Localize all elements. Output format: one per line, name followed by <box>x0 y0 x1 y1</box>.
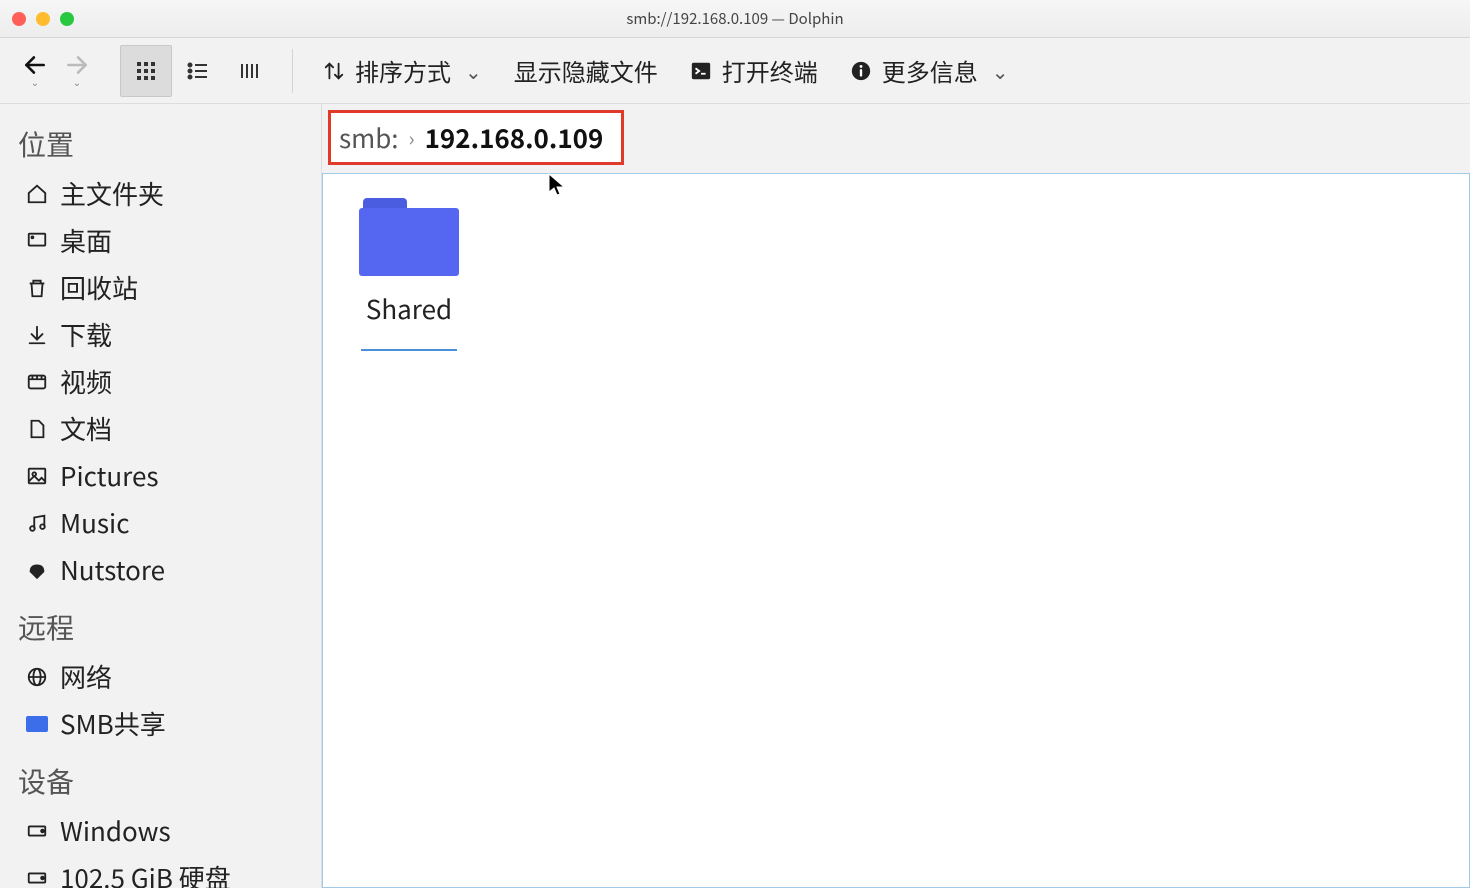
cursor-icon <box>547 172 567 198</box>
sort-label: 排序方式 <box>355 53 451 88</box>
sort-button[interactable]: 排序方式 ⌄ <box>309 48 496 94</box>
sidebar-item-label: SMB共享 <box>60 704 166 743</box>
chevron-down-icon: ⌄ <box>992 56 1009 85</box>
selection-underline <box>361 349 457 351</box>
home-icon <box>24 183 50 205</box>
open-terminal-button[interactable]: 打开终端 <box>676 48 832 94</box>
sidebar-item-windows[interactable]: Windows <box>0 807 321 854</box>
terminal-icon <box>690 60 712 82</box>
chevron-down-icon: ⌄ <box>31 74 39 89</box>
sidebar-item-desktop[interactable]: 桌面 <box>0 217 321 264</box>
columns-icon <box>238 59 262 83</box>
files-pane[interactable]: Shared <box>322 173 1470 888</box>
window-titlebar: smb://192.168.0.109 — Dolphin <box>0 0 1470 38</box>
window-controls <box>12 12 74 26</box>
chevron-right-icon: › <box>409 123 415 152</box>
details-view-button[interactable] <box>224 45 276 97</box>
image-icon <box>24 465 50 487</box>
icon-view-button[interactable] <box>120 45 172 97</box>
sidebar-item-documents[interactable]: 文档 <box>0 405 321 452</box>
sidebar-item-label: 主文件夹 <box>60 174 164 213</box>
drive-icon <box>24 867 50 888</box>
folder-item-shared[interactable]: Shared <box>349 198 469 351</box>
download-icon <box>24 324 50 346</box>
grid-icon <box>134 59 158 83</box>
sidebar-item-music[interactable]: Music <box>0 499 321 546</box>
toolbar: ⌄ ⌄ 排序方式 ⌄ <box>0 38 1470 104</box>
open-terminal-label: 打开终端 <box>722 53 818 88</box>
breadcrumb[interactable]: smb: › 192.168.0.109 <box>328 110 624 165</box>
folder-label: Shared <box>366 290 452 327</box>
show-hidden-button[interactable]: 显示隐藏文件 <box>500 48 672 94</box>
sidebar-item-label: 文档 <box>60 409 112 448</box>
more-info-button[interactable]: 更多信息 ⌄ <box>836 48 1023 94</box>
sidebar-item-disk[interactable]: 102.5 GiB 硬盘 <box>0 854 321 888</box>
list-icon <box>186 59 210 83</box>
sidebar-item-label: Nutstore <box>60 550 165 589</box>
info-icon <box>850 60 872 82</box>
sidebar-item-label: Pictures <box>60 456 159 495</box>
sidebar-item-label: 下载 <box>60 315 112 354</box>
sidebar-item-label: 回收站 <box>60 268 138 307</box>
more-info-label: 更多信息 <box>882 53 978 88</box>
sidebar-section-remote: 远程 <box>0 593 321 653</box>
sidebar-item-pictures[interactable]: Pictures <box>0 452 321 499</box>
view-mode-group <box>120 45 276 97</box>
sidebar-item-videos[interactable]: 视频 <box>0 358 321 405</box>
desktop-icon <box>24 230 50 252</box>
sidebar-item-label: 桌面 <box>60 221 112 260</box>
sidebar-item-downloads[interactable]: 下载 <box>0 311 321 358</box>
sidebar: 位置 主文件夹 桌面 回收站 下载 <box>0 104 322 888</box>
music-icon <box>24 512 50 534</box>
forward-button[interactable]: ⌄ <box>60 48 94 94</box>
sidebar-item-trash[interactable]: 回收站 <box>0 264 321 311</box>
chevron-down-icon: ⌄ <box>73 74 81 89</box>
compact-view-button[interactable] <box>172 45 224 97</box>
sidebar-item-label: Music <box>60 503 129 542</box>
breadcrumb-protocol: smb: <box>339 119 399 156</box>
sidebar-section-places: 位置 <box>0 110 321 170</box>
minimize-window-button[interactable] <box>36 12 50 26</box>
back-button[interactable]: ⌄ <box>18 48 52 94</box>
sidebar-item-home[interactable]: 主文件夹 <box>0 170 321 217</box>
breadcrumb-host: 192.168.0.109 <box>425 119 604 156</box>
main-area: 位置 主文件夹 桌面 回收站 下载 <box>0 104 1470 888</box>
video-icon <box>24 371 50 393</box>
content-area: smb: › 192.168.0.109 Shared <box>322 104 1470 888</box>
network-icon <box>24 666 50 688</box>
sidebar-item-label: Windows <box>60 811 171 850</box>
breadcrumb-row: smb: › 192.168.0.109 <box>322 104 1470 173</box>
drive-icon <box>24 820 50 842</box>
close-window-button[interactable] <box>12 12 26 26</box>
sidebar-item-label: 网络 <box>60 657 112 696</box>
nutstore-icon <box>24 559 50 581</box>
sidebar-item-smb[interactable]: SMB共享 <box>0 700 321 747</box>
sidebar-item-label: 102.5 GiB 硬盘 <box>60 858 231 888</box>
sidebar-item-label: 视频 <box>60 362 112 401</box>
maximize-window-button[interactable] <box>60 12 74 26</box>
sidebar-item-network[interactable]: 网络 <box>0 653 321 700</box>
window-title: smb://192.168.0.109 — Dolphin <box>626 8 843 29</box>
chevron-down-icon: ⌄ <box>465 56 482 85</box>
folder-icon <box>359 198 459 276</box>
smb-icon <box>24 716 50 732</box>
sort-icon <box>323 60 345 82</box>
sidebar-item-nutstore[interactable]: Nutstore <box>0 546 321 593</box>
show-hidden-label: 显示隐藏文件 <box>514 53 658 88</box>
sidebar-section-devices: 设备 <box>0 747 321 807</box>
trash-icon <box>24 277 50 299</box>
document-icon <box>24 418 50 440</box>
toolbar-separator <box>292 49 293 93</box>
nav-group: ⌄ ⌄ <box>18 48 94 94</box>
